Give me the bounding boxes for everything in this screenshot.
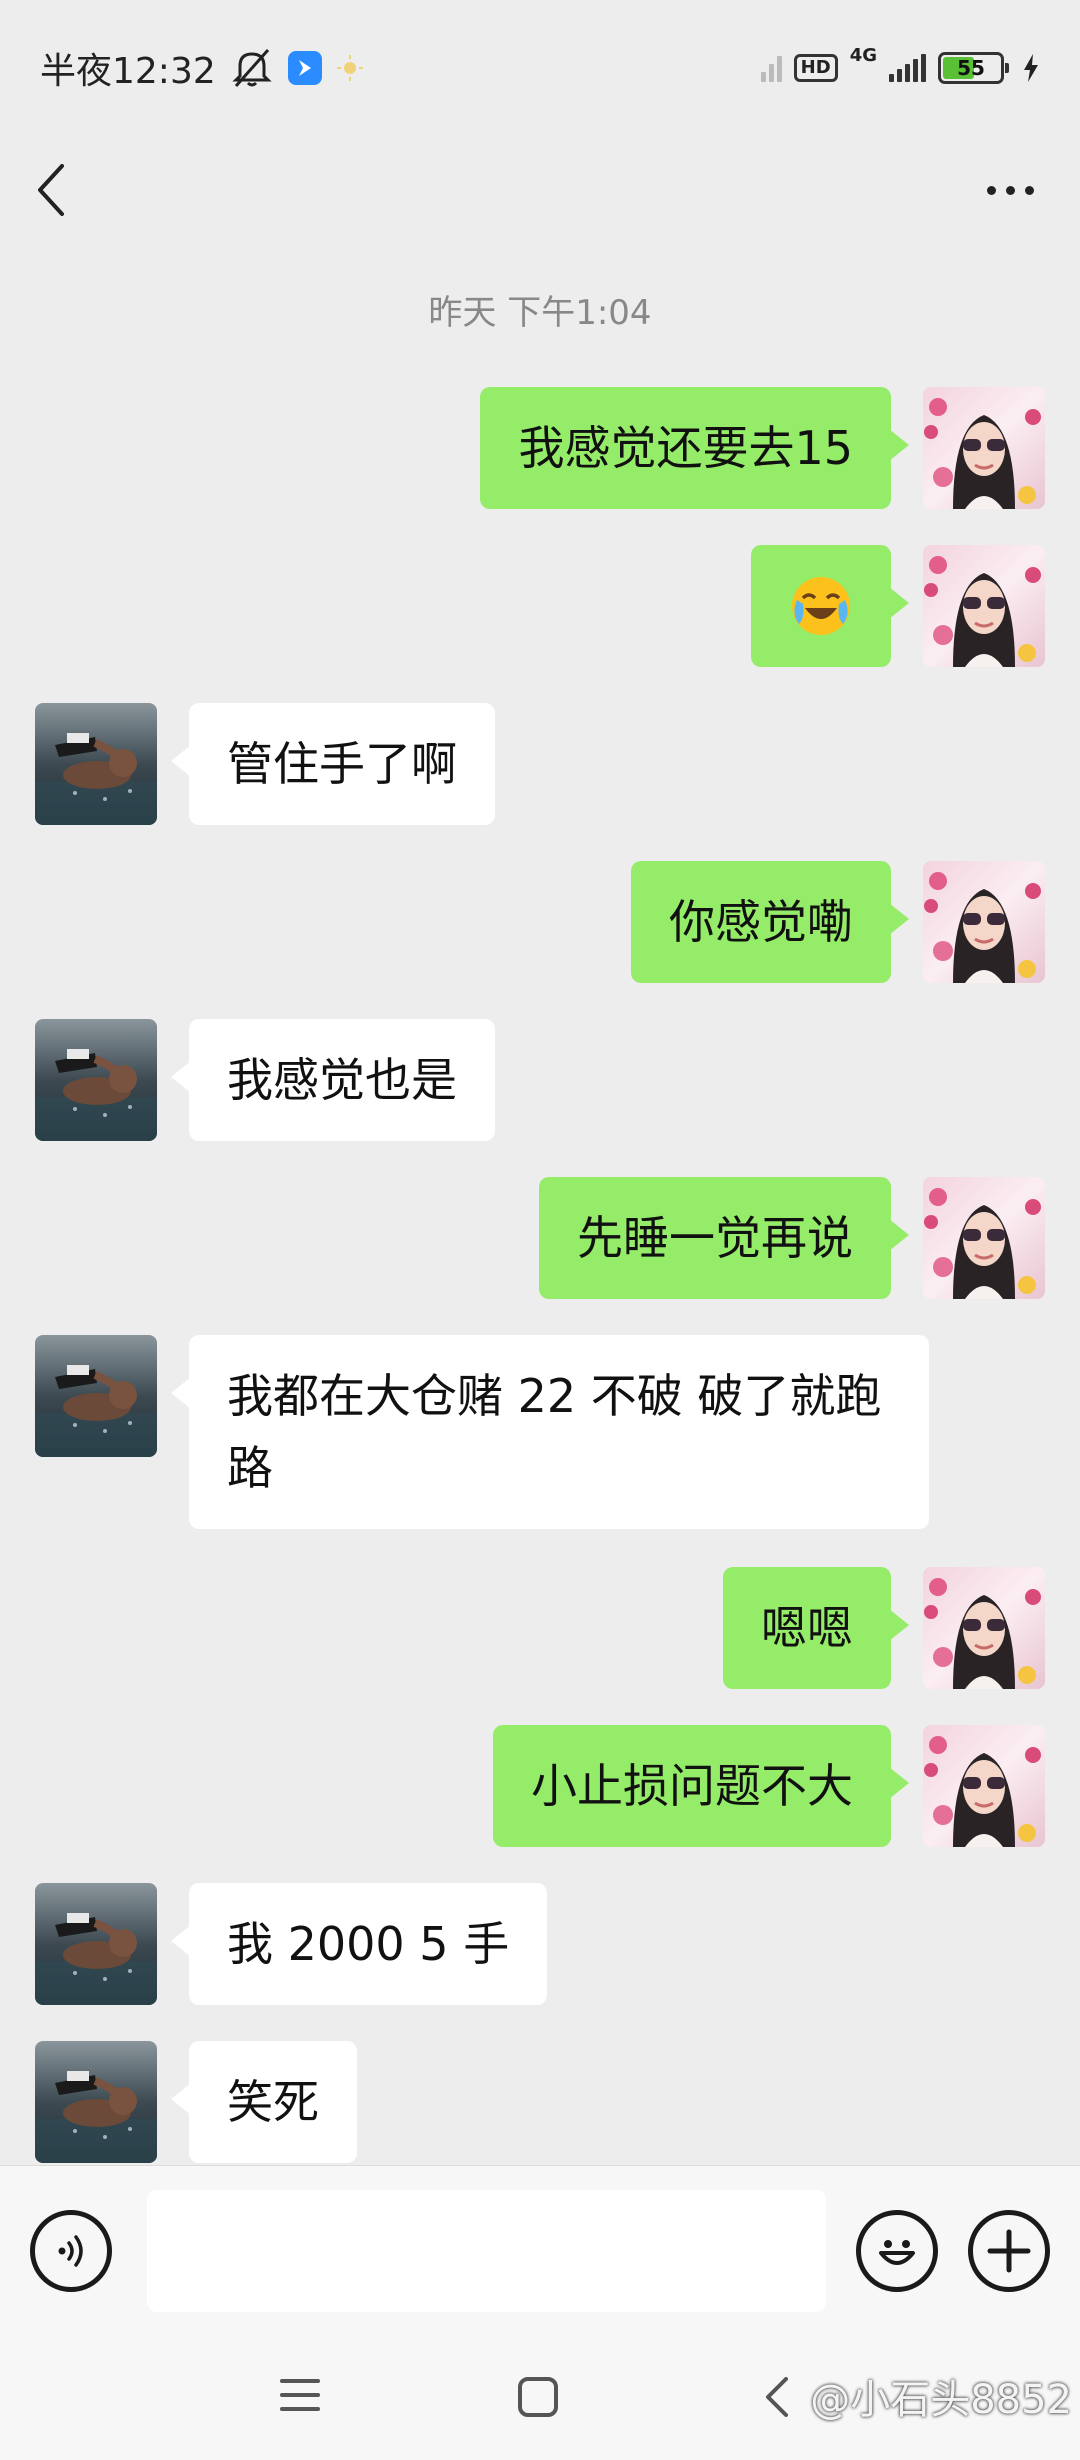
avatar-self[interactable] xyxy=(923,545,1045,667)
chevron-left-icon xyxy=(38,164,64,216)
message-bubble[interactable]: 我感觉也是 xyxy=(171,1019,495,1141)
charging-icon xyxy=(1024,53,1038,82)
plus-button[interactable] xyxy=(968,2209,1050,2292)
status-bar: 半夜12:32 HD 4G 55 xyxy=(0,0,1080,135)
avatar-contact[interactable] xyxy=(35,1019,157,1141)
message-row xyxy=(751,545,1045,667)
menu-icon[interactable] xyxy=(278,2375,322,2415)
home-icon[interactable] xyxy=(516,2375,560,2419)
message-row: 小止损问题不大 xyxy=(493,1725,1045,1847)
message-input[interactable] xyxy=(147,2189,826,2312)
chat-timestamp: 昨天 下午1:04 xyxy=(428,293,652,333)
weather-icon xyxy=(336,54,363,81)
avatar-self[interactable] xyxy=(923,861,1045,983)
avatar-self[interactable] xyxy=(923,1177,1045,1299)
message-bubble[interactable] xyxy=(751,545,909,667)
mute-icon xyxy=(232,48,272,87)
avatar-contact[interactable] xyxy=(35,1883,157,2005)
avatar-contact[interactable] xyxy=(35,2041,157,2163)
voice-icon xyxy=(58,2234,83,2267)
battery-level: 55 xyxy=(957,55,985,80)
message-bubble[interactable]: 管住手了啊 xyxy=(171,703,495,825)
message-row: 管住手了啊 xyxy=(35,703,495,825)
signal-icon xyxy=(889,53,926,82)
message-row: 嗯嗯 xyxy=(723,1567,1045,1689)
hd-badge: HD xyxy=(793,53,838,82)
input-bar xyxy=(0,2165,1080,2335)
avatar-self[interactable] xyxy=(923,1725,1045,1847)
more-button[interactable] xyxy=(977,176,1044,205)
system-navigation-bar: @小石头8852 xyxy=(0,2335,1080,2460)
message-row: 先睡一觉再说 xyxy=(539,1177,1045,1299)
back-icon[interactable] xyxy=(762,2375,792,2419)
message-row: 我感觉还要去15 xyxy=(480,387,1045,509)
voice-button[interactable] xyxy=(30,2209,112,2292)
avatar-self[interactable] xyxy=(923,387,1045,509)
more-dots-icon xyxy=(987,185,996,195)
battery-icon: 55 xyxy=(938,51,1009,84)
back-button[interactable] xyxy=(36,160,86,220)
crying-laughing-emoji-icon xyxy=(792,577,850,635)
message-bubble[interactable]: 小止损问题不大 xyxy=(493,1725,909,1847)
message-row: 我感觉也是 xyxy=(35,1019,495,1141)
message-bubble[interactable]: 我 2000 5 手 xyxy=(170,1883,548,2005)
avatar-contact[interactable] xyxy=(35,1335,157,1457)
message-bubble[interactable]: 我都在大仓赌 22 不破 破了就跑路 xyxy=(171,1335,929,1529)
message-bubble[interactable]: 你感觉嘞 xyxy=(631,861,909,983)
message-row: 笑死 xyxy=(35,2041,357,2163)
message-bubble[interactable]: 嗯嗯 xyxy=(723,1567,909,1689)
status-time: 半夜12:32 xyxy=(40,50,216,92)
message-bubble[interactable]: 笑死 xyxy=(171,2041,357,2163)
message-row: 我都在大仓赌 22 不破 破了就跑路 xyxy=(35,1335,929,1529)
avatar-contact[interactable] xyxy=(35,703,157,825)
message-row: 你感觉嘞 xyxy=(631,861,1045,983)
watermark: @小石头8852 xyxy=(810,2377,1072,2423)
app-notification-icon xyxy=(287,50,322,85)
plus-icon xyxy=(987,2229,1031,2272)
message-bubble[interactable]: 先睡一觉再说 xyxy=(539,1177,909,1299)
message-row: 我 2000 5 手 xyxy=(35,1883,548,2005)
emoji-button[interactable] xyxy=(856,2209,938,2292)
avatar-self[interactable] xyxy=(923,1567,1045,1689)
network-type: 4G xyxy=(849,45,877,66)
chat-header xyxy=(0,135,1080,245)
chat-area[interactable]: 昨天 下午1:04 我感觉还要去15 管住手了啊 你感觉嘞 我感觉也是 先睡一觉… xyxy=(0,245,1080,2165)
emoji-icon xyxy=(879,2239,915,2265)
signal-icon-secondary xyxy=(760,54,782,82)
message-bubble[interactable]: 我感觉还要去15 xyxy=(480,387,909,509)
